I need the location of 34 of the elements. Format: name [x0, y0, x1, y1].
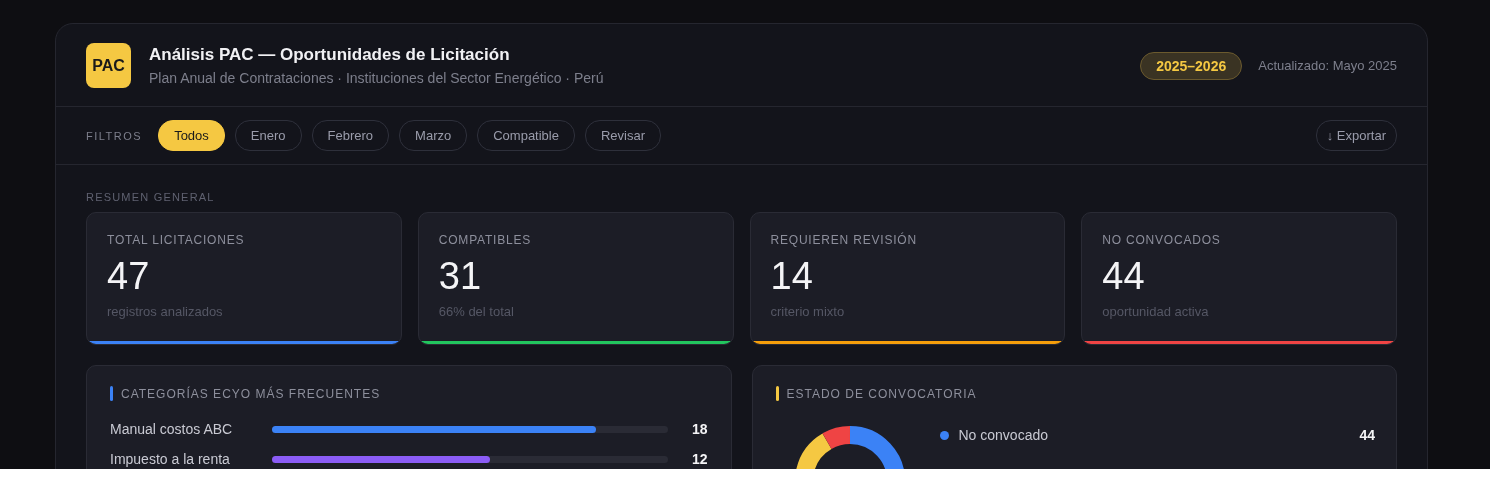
stat-value: 14 [770, 255, 814, 298]
legend-count: 44 [1359, 427, 1375, 443]
filters-label: FILTROS [86, 129, 143, 142]
panel-title: CATEGORÍAS ECYO MÁS FRECUENTES [121, 386, 381, 401]
stat-note: oportunidad activa [1102, 304, 1210, 319]
category-count: 18 [690, 421, 708, 437]
category-name: Impuesto a la renta [110, 451, 231, 467]
stat-note: 66% del total [438, 304, 515, 319]
stat-value: 47 [107, 255, 151, 298]
logo-badge: PAC [86, 43, 131, 88]
filter-chip[interactable]: Febrero [311, 120, 390, 151]
stat-label: REQUIEREN REVISIÓN [770, 233, 918, 247]
stat-label: COMPATIBLES [438, 233, 533, 247]
page-title: Análisis PAC — Oportunidades de Licitación [149, 45, 511, 65]
filter-chip[interactable]: Marzo [399, 120, 468, 151]
stat-label: NO CONVOCADOS [1102, 233, 1222, 247]
stat-value: 31 [438, 255, 483, 298]
export-button[interactable]: ↓ Exportar [1315, 120, 1397, 151]
stat-label: TOTAL LICITACIONES [107, 233, 246, 247]
section-title: RESUMEN GENERAL [86, 191, 216, 203]
category-name: Manual costos ABC [110, 421, 234, 437]
stat-value: 44 [1102, 255, 1146, 298]
legend-label: No convocado [958, 427, 1049, 443]
panel-title: ESTADO DE CONVOCATORIA [786, 386, 977, 401]
category-count: 12 [690, 451, 708, 467]
filter-chip[interactable]: Compatible [477, 120, 575, 151]
page-subtitle: Plan Anual de Contrataciones · Instituciones del Sector Energético · Perú [149, 70, 605, 86]
filter-chip[interactable]: Todos [158, 120, 225, 151]
stat-note: criterio mixto [770, 304, 846, 319]
filter-chip[interactable]: Enero [234, 120, 302, 151]
filter-chip[interactable]: Revisar [584, 120, 662, 151]
period-badge: 2025–2026 [1140, 51, 1243, 80]
stat-note: registros analizados [107, 304, 224, 319]
updated-text: Actualizado: Mayo 2025 [1258, 58, 1397, 73]
